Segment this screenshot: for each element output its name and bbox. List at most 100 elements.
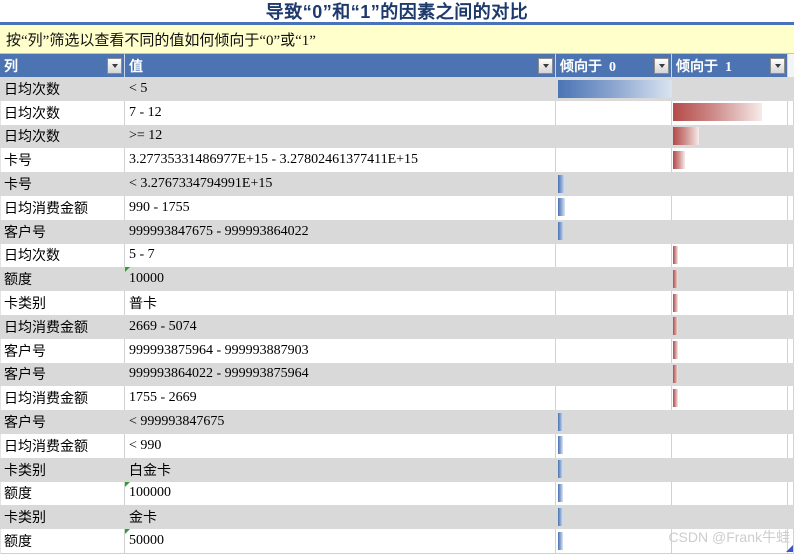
column-cell[interactable]: 卡号 bbox=[0, 148, 125, 173]
value-cell[interactable]: < 5 bbox=[125, 77, 556, 101]
favor0-cell[interactable] bbox=[556, 100, 672, 125]
favor1-cell[interactable] bbox=[672, 315, 788, 339]
favor0-cell[interactable] bbox=[556, 338, 672, 363]
filter-dropdown-favor0-icon[interactable] bbox=[654, 57, 669, 74]
favor1-cell[interactable] bbox=[672, 100, 788, 125]
favor0-cell[interactable] bbox=[556, 243, 672, 268]
favor-1-bar bbox=[673, 127, 699, 146]
column-name-text: 客户号 bbox=[4, 416, 46, 432]
column-cell[interactable]: 客户号 bbox=[0, 410, 125, 434]
favor0-cell[interactable] bbox=[556, 363, 672, 387]
column-cell[interactable]: 日均消费金额 bbox=[0, 433, 125, 458]
favor-0-bar bbox=[558, 484, 563, 503]
row-sliver bbox=[788, 125, 794, 149]
row-sliver bbox=[788, 195, 794, 220]
favor0-cell[interactable] bbox=[556, 148, 672, 173]
favor1-cell[interactable] bbox=[672, 363, 788, 387]
header-cell-favor0[interactable]: 倾向于 0 bbox=[556, 54, 672, 77]
column-cell[interactable]: 卡类别 bbox=[0, 291, 125, 315]
value-cell[interactable]: 2669 - 5074 bbox=[125, 315, 556, 339]
favor1-cell[interactable] bbox=[672, 77, 788, 101]
value-cell[interactable]: < 999993847675 bbox=[125, 410, 556, 434]
column-name-text: 额度 bbox=[4, 487, 32, 503]
favor1-cell[interactable] bbox=[672, 433, 788, 458]
favor0-cell[interactable] bbox=[556, 505, 672, 529]
value-cell[interactable]: 999993875964 - 999993887903 bbox=[125, 338, 556, 363]
column-cell[interactable]: 日均次数 bbox=[0, 243, 125, 268]
column-cell[interactable]: 额度 bbox=[0, 267, 125, 291]
value-cell[interactable]: 白金卡 bbox=[125, 458, 556, 482]
favor1-cell[interactable] bbox=[672, 481, 788, 506]
favor1-cell[interactable] bbox=[672, 148, 788, 173]
favor0-cell[interactable] bbox=[556, 458, 672, 482]
column-cell[interactable]: 日均消费金额 bbox=[0, 386, 125, 411]
favor1-cell[interactable] bbox=[672, 125, 788, 149]
favor1-cell[interactable] bbox=[672, 338, 788, 363]
column-cell[interactable]: 卡号 bbox=[0, 172, 125, 196]
favor0-cell[interactable] bbox=[556, 267, 672, 291]
favor1-cell[interactable] bbox=[672, 505, 788, 529]
favor1-cell[interactable] bbox=[672, 410, 788, 434]
value-text: < 3.2767334794991E+15 bbox=[129, 176, 273, 192]
favor1-cell[interactable] bbox=[672, 195, 788, 220]
value-text: 999993875964 - 999993887903 bbox=[129, 342, 309, 358]
value-cell[interactable]: 5 - 7 bbox=[125, 243, 556, 268]
favor0-cell[interactable] bbox=[556, 410, 672, 434]
header-cell-favor1[interactable]: 倾向于 1 bbox=[672, 54, 788, 77]
header-cell-column[interactable]: 列 bbox=[0, 54, 125, 77]
header-cell-value[interactable]: 值 bbox=[125, 54, 556, 77]
value-cell[interactable]: 金卡 bbox=[125, 505, 556, 529]
favor0-cell[interactable] bbox=[556, 291, 672, 315]
value-cell[interactable]: 999993847675 - 999993864022 bbox=[125, 220, 556, 244]
value-cell[interactable]: 普卡 bbox=[125, 291, 556, 315]
value-cell[interactable]: < 990 bbox=[125, 433, 556, 458]
favor0-cell[interactable] bbox=[556, 220, 672, 244]
favor0-cell[interactable] bbox=[556, 481, 672, 506]
column-cell[interactable]: 客户号 bbox=[0, 363, 125, 387]
favor1-cell[interactable] bbox=[672, 243, 788, 268]
favor0-cell[interactable] bbox=[556, 433, 672, 458]
value-cell[interactable]: 50000 bbox=[125, 529, 556, 553]
favor0-cell[interactable] bbox=[556, 315, 672, 339]
value-cell[interactable]: 3.27735331486977E+15 - 3.27802461377411E… bbox=[125, 148, 556, 173]
value-cell[interactable]: 990 - 1755 bbox=[125, 195, 556, 220]
favor1-cell[interactable] bbox=[672, 220, 788, 244]
column-cell[interactable]: 额度 bbox=[0, 481, 125, 506]
favor-1-bar bbox=[673, 293, 678, 312]
favor0-cell[interactable] bbox=[556, 172, 672, 196]
favor1-cell[interactable] bbox=[672, 291, 788, 315]
value-cell[interactable]: 1755 - 2669 bbox=[125, 386, 556, 411]
favor1-cell[interactable] bbox=[672, 458, 788, 482]
value-cell[interactable]: 7 - 12 bbox=[125, 100, 556, 125]
favor1-cell[interactable] bbox=[672, 267, 788, 291]
favor0-cell[interactable] bbox=[556, 386, 672, 411]
value-cell[interactable]: < 3.2767334794991E+15 bbox=[125, 172, 556, 196]
favor0-cell[interactable] bbox=[556, 529, 672, 553]
favor-1-bar bbox=[673, 388, 678, 407]
column-cell[interactable]: 日均次数 bbox=[0, 125, 125, 149]
value-cell[interactable]: >= 12 bbox=[125, 125, 556, 149]
column-cell[interactable]: 卡类别 bbox=[0, 505, 125, 529]
column-cell[interactable]: 日均次数 bbox=[0, 100, 125, 125]
filter-dropdown-favor1-icon[interactable] bbox=[770, 57, 785, 74]
favor0-cell[interactable] bbox=[556, 125, 672, 149]
column-cell[interactable]: 客户号 bbox=[0, 338, 125, 363]
value-text: >= 12 bbox=[129, 128, 163, 144]
header-sliver bbox=[788, 54, 794, 77]
column-cell[interactable]: 日均次数 bbox=[0, 77, 125, 101]
favor-1-bar bbox=[673, 341, 678, 360]
column-cell[interactable]: 卡类别 bbox=[0, 458, 125, 482]
favor1-cell[interactable] bbox=[672, 172, 788, 196]
favor0-cell[interactable] bbox=[556, 77, 672, 101]
filter-dropdown-column-icon[interactable] bbox=[107, 57, 122, 74]
value-cell[interactable]: 100000 bbox=[125, 481, 556, 506]
filter-dropdown-value-icon[interactable] bbox=[538, 57, 553, 74]
value-cell[interactable]: 10000 bbox=[125, 267, 556, 291]
value-cell[interactable]: 999993864022 - 999993875964 bbox=[125, 363, 556, 387]
column-cell[interactable]: 日均消费金额 bbox=[0, 195, 125, 220]
favor0-cell[interactable] bbox=[556, 195, 672, 220]
column-cell[interactable]: 客户号 bbox=[0, 220, 125, 244]
favor1-cell[interactable] bbox=[672, 386, 788, 411]
column-cell[interactable]: 额度 bbox=[0, 529, 125, 553]
column-cell[interactable]: 日均消费金额 bbox=[0, 315, 125, 339]
